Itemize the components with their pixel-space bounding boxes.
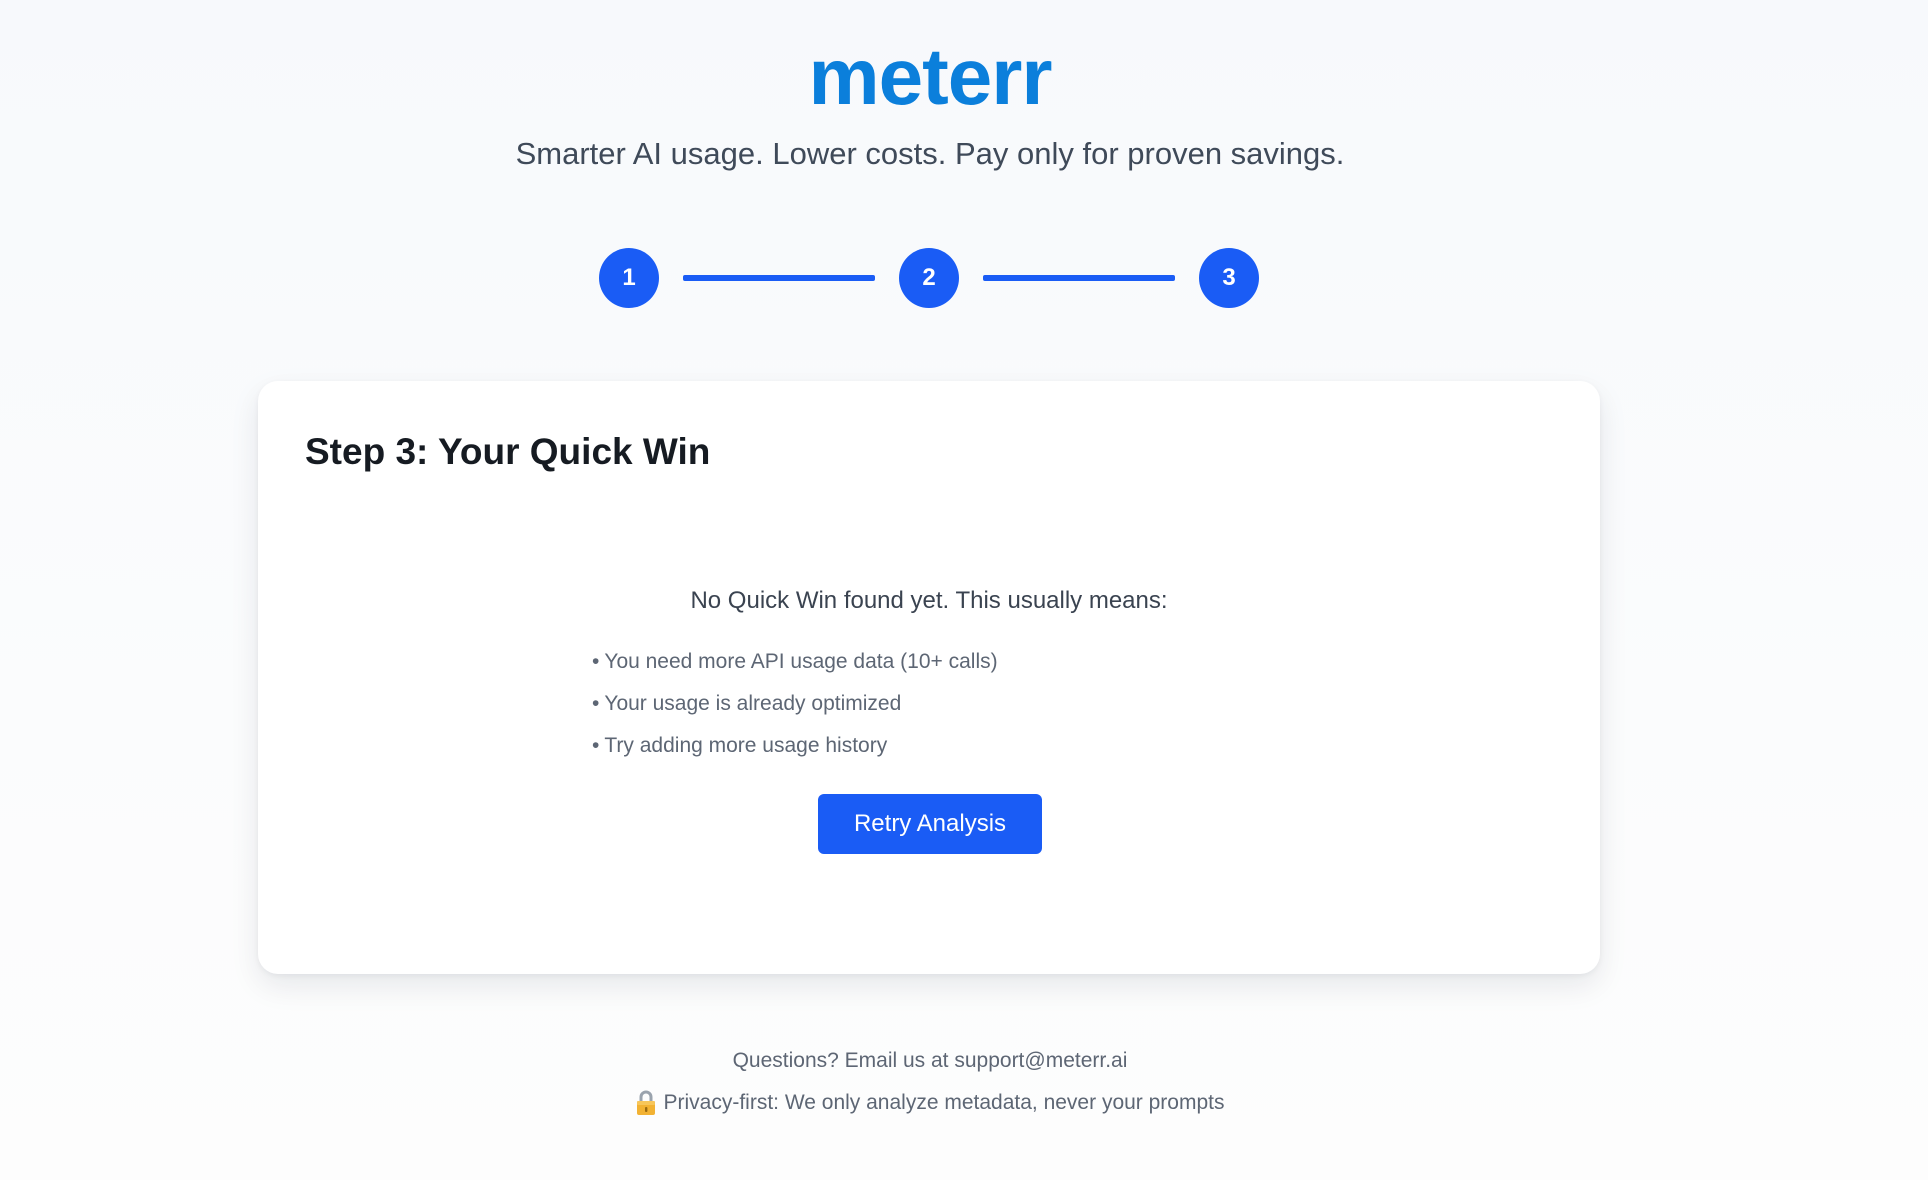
retry-analysis-button[interactable]: Retry Analysis	[818, 794, 1042, 854]
step-1-indicator: 1	[599, 248, 659, 308]
step-connector-1-2	[683, 275, 875, 281]
footer-privacy: Privacy-first: We only analyze metadata,…	[0, 1088, 1860, 1118]
brand-logo: meterr	[808, 32, 1052, 121]
bullet: •	[592, 650, 600, 673]
card-title: Step 3: Your Quick Win	[305, 431, 711, 472]
reason-text: Your usage is already optimized	[604, 692, 902, 715]
brand-tagline: Smarter AI usage. Lower costs. Pay only …	[515, 136, 1345, 171]
reason-text: You need more API usage data (10+ calls)	[604, 650, 998, 673]
privacy-text: Privacy-first: We only analyze metadata,…	[663, 1091, 1225, 1114]
footer-contact: Questions? Email us at support@meterr.ai	[732, 1049, 1128, 1072]
quick-win-card: Step 3: Your Quick Win No Quick Win foun…	[258, 381, 1600, 974]
reasons-list: • You need more API usage data (10+ calls…	[592, 641, 998, 767]
list-item: • You need more API usage data (10+ calls…	[592, 641, 998, 683]
step-2-indicator: 2	[899, 248, 959, 308]
progress-stepper: 1 2 3	[599, 248, 1259, 308]
list-item: • Try adding more usage history	[592, 725, 998, 767]
bullet: •	[592, 734, 600, 757]
step-connector-2-3	[983, 275, 1175, 281]
step-3-indicator: 3	[1199, 248, 1259, 308]
list-item: • Your usage is already optimized	[592, 683, 998, 725]
lock-icon	[637, 1090, 656, 1115]
bullet: •	[592, 692, 600, 715]
no-quick-win-message: No Quick Win found yet. This usually mea…	[690, 587, 1168, 614]
reason-text: Try adding more usage history	[604, 734, 888, 757]
